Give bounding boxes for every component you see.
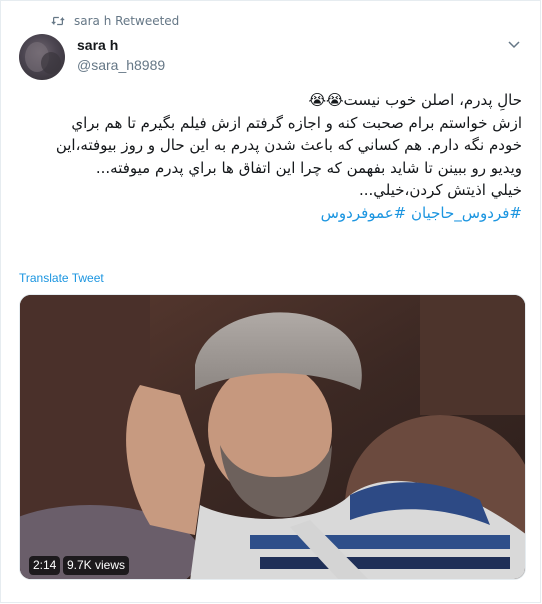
avatar[interactable] [19, 34, 65, 80]
hashtag-link[interactable]: #فردوس_حاجیان [411, 204, 522, 222]
tweet-line: خودم نگه دارم. هم کساني که باعث شدن پدرم… [55, 136, 522, 154]
retweet-context: sara h Retweeted [51, 12, 179, 30]
tweet-line: ویدیو رو ببینن تا شاید بفهمن که چرا این … [95, 158, 522, 177]
hashtag-link[interactable]: #عموفردوس [321, 204, 407, 222]
video-thumbnail [20, 295, 525, 579]
tweet-text: حالِ پدرم، اصلن خوب نیست😭😭 ازش خواستم بر… [21, 89, 522, 224]
video-views: 9.7K views [63, 556, 130, 575]
hashtag-row: #فردوس_حاجیان #عموفردوس [21, 202, 522, 225]
video-duration: 2:14 [29, 556, 61, 575]
video-player[interactable] [19, 294, 526, 580]
display-name[interactable]: sara h [77, 36, 165, 54]
chevron-down-icon[interactable] [508, 41, 520, 49]
retweet-label[interactable]: sara h Retweeted [74, 14, 179, 28]
retweet-icon [51, 16, 65, 26]
tweet-line: حالِ پدرم، اصلن خوب نیست😭😭 [308, 91, 522, 109]
translate-tweet-link[interactable]: Translate Tweet [19, 271, 104, 285]
user-handle[interactable]: @sara_h8989 [77, 56, 165, 75]
tweet-line: خیلي اذیتش کردن،خیلي... [358, 181, 522, 199]
tweet-line: ازش خواستم برام صحبت کنه و اجازه گرفتم ا… [71, 113, 522, 132]
tweet-card[interactable]: sara h Retweeted sara h @sara_h8989 حالِ… [0, 0, 541, 603]
